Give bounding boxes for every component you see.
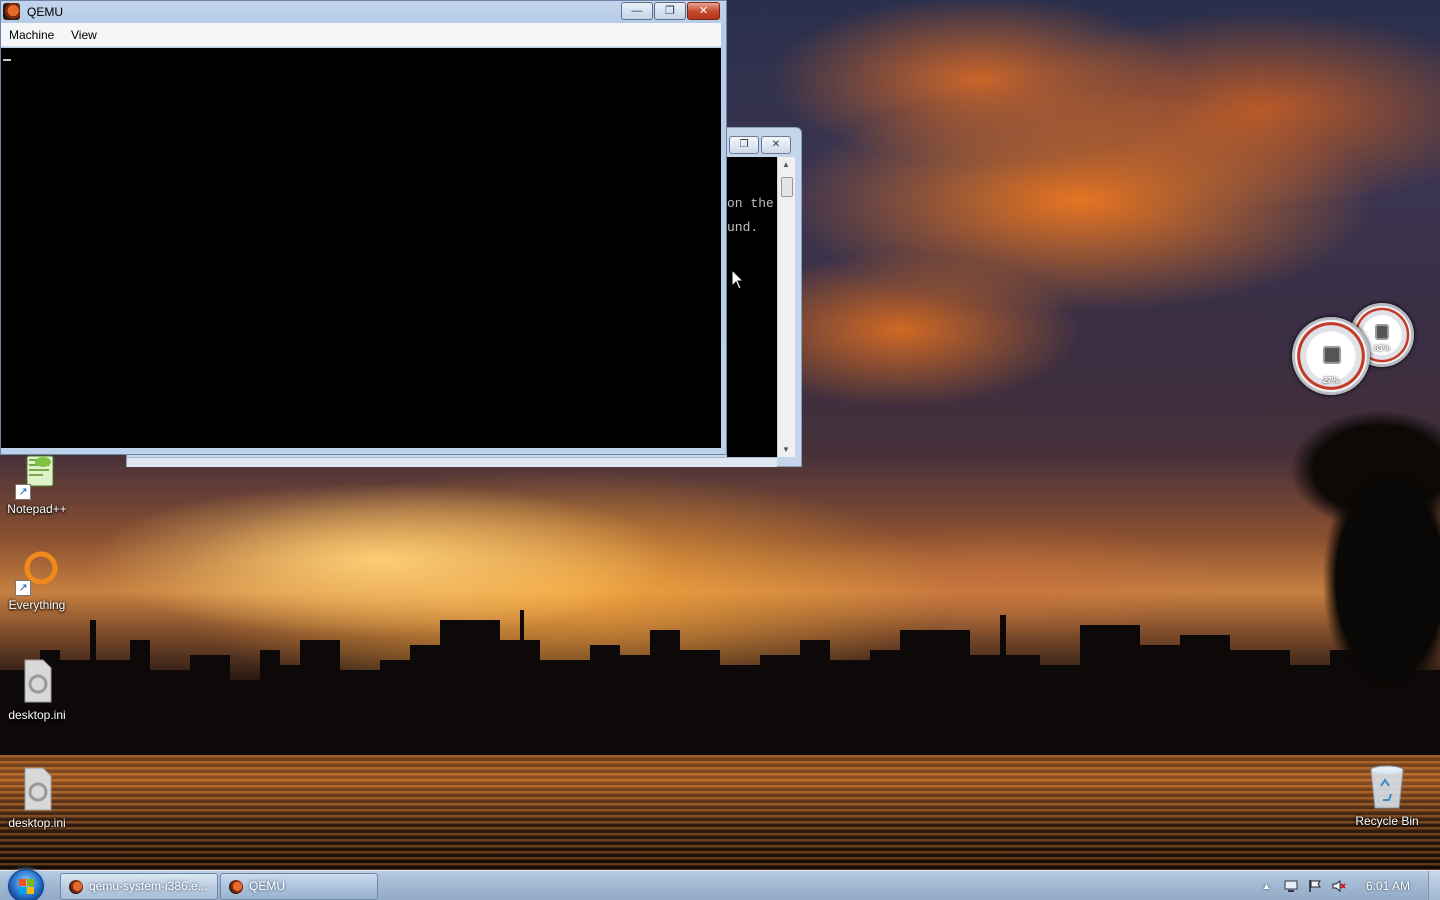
desktop-icon-label: desktop.ini: [8, 816, 66, 830]
console-line: und.: [727, 220, 759, 235]
vm-display[interactable]: [1, 48, 721, 448]
scrollbar-thumb[interactable]: [781, 177, 793, 197]
desktop-icon-everything[interactable]: ↗ Everything: [0, 548, 74, 612]
windows-logo-icon: [19, 879, 34, 894]
volume-muted-icon[interactable]: [1332, 879, 1346, 893]
network-icon[interactable]: [1284, 879, 1298, 893]
desktop-icon-notepadpp[interactable]: ↗ Notepad++: [0, 452, 74, 516]
restore-button[interactable]: ❐: [654, 2, 686, 20]
show-desktop-button[interactable]: [1428, 871, 1440, 900]
notepadpp-icon: ↗: [13, 452, 61, 500]
cpu-meter-gadget[interactable]: 63% 27%: [1290, 303, 1418, 399]
window-title: QEMU: [27, 5, 63, 19]
menu-bar: Machine View: [1, 23, 721, 47]
scroll-down-icon[interactable]: ▼: [782, 445, 790, 454]
restore-button[interactable]: ❐: [729, 136, 759, 154]
desktop-icon-label: desktop.ini: [8, 708, 66, 722]
cpu-gauge: 27%: [1292, 317, 1370, 395]
clock[interactable]: 6:01 AM: [1366, 871, 1410, 900]
minimize-button[interactable]: —: [621, 2, 653, 20]
qemu-icon: [69, 880, 83, 894]
start-button[interactable]: [8, 869, 44, 900]
title-bar[interactable]: QEMU — ❐ ✕: [1, 1, 726, 23]
vertical-scrollbar[interactable]: ▲ ▼: [777, 157, 795, 457]
desktop-icon-label: Everything: [8, 598, 66, 612]
recycle-bin-icon: [1363, 764, 1411, 812]
cpu-icon: [1323, 346, 1341, 364]
qemu-icon: [3, 3, 20, 20]
desktop-icon-desktop-ini-1[interactable]: desktop.ini: [0, 658, 74, 722]
taskbar-item-label: QEMU: [249, 879, 285, 893]
console-output: on the und.: [727, 157, 777, 457]
desktop-icon-label: Notepad++: [7, 502, 67, 516]
desktop-icon-desktop-ini-2[interactable]: desktop.ini: [0, 766, 74, 830]
desktop-icon-recycle-bin[interactable]: Recycle Bin: [1350, 764, 1424, 828]
taskbar-item-qemu-system[interactable]: qemu-system-i386.e...: [60, 873, 218, 900]
cpu-value: 27%: [1322, 376, 1339, 385]
memory-icon: [1375, 324, 1389, 340]
everything-search-icon: ↗: [13, 548, 61, 596]
menu-machine[interactable]: Machine: [9, 28, 54, 42]
shortcut-arrow-icon: ↗: [15, 580, 31, 596]
close-button[interactable]: ✕: [761, 136, 791, 154]
taskbar: qemu-system-i386.e... QEMU ▲ 6:01 AM: [0, 869, 1440, 900]
close-button[interactable]: ✕: [687, 2, 720, 20]
shortcut-arrow-icon: ↗: [15, 484, 31, 500]
console-line: on the: [727, 196, 774, 211]
settings-file-icon: [13, 658, 61, 706]
action-center-flag-icon[interactable]: [1308, 879, 1322, 893]
text-cursor: [3, 59, 11, 61]
qemu-window[interactable]: QEMU — ❐ ✕ Machine View: [0, 0, 727, 455]
taskbar-item-label: qemu-system-i386.e...: [89, 879, 208, 893]
river-reflection: [0, 755, 1440, 870]
taskbar-item-qemu[interactable]: QEMU: [220, 873, 378, 900]
menu-view[interactable]: View: [71, 28, 97, 42]
show-hidden-icons-icon[interactable]: ▲: [1262, 871, 1271, 900]
qemu-icon: [229, 880, 243, 894]
mouse-pointer-icon: [731, 269, 745, 290]
settings-file-icon: [13, 766, 61, 814]
desktop-icon-label: Recycle Bin: [1355, 814, 1419, 828]
window-bottom-border: [127, 457, 777, 467]
scroll-up-icon[interactable]: ▲: [782, 160, 790, 169]
